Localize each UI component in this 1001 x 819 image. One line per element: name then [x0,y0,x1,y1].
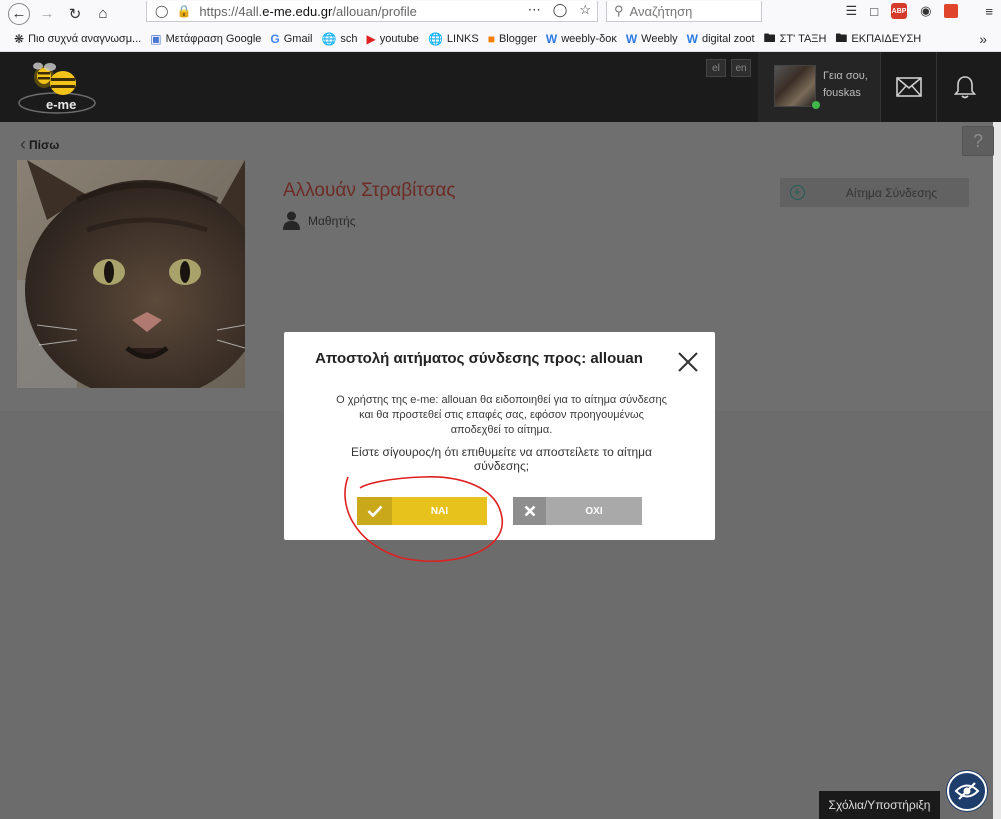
chevron-left-icon: ‹ [20,134,26,154]
notifications-button[interactable] [936,52,992,122]
page-scrollbar[interactable] [993,122,1001,819]
bookmark-weebly[interactable]: W Weebly [626,32,678,46]
globe-icon: 🌐 [427,32,443,46]
accessibility-button[interactable] [947,771,987,811]
close-icon[interactable] [674,348,702,376]
bookmark-st-taxi[interactable]: 🖿 ΣΤ' ΤΑΞΗ [764,29,827,50]
user-menu[interactable]: Γεια σου, fouskas [758,52,880,122]
profile-photo [17,160,245,388]
plus-circle-icon: + [789,185,805,200]
bookmark-weebly-dok[interactable]: Wweebly-δοκ [546,32,617,46]
username-text: fouskas [823,87,861,99]
adblock-icon[interactable]: ABP [891,3,908,19]
folder-icon: 🖿 [763,30,776,45]
extension-red-icon[interactable] [944,4,959,18]
dialog-description: Ο χρήστης της e-me: allouan θα ειδοποιηθ… [336,394,667,436]
shield-icon[interactable]: ◯ [155,4,168,18]
no-button[interactable]: ΟΧΙ [513,497,642,525]
avatar[interactable] [774,65,816,107]
messages-button[interactable] [880,52,936,122]
feedback-support-button[interactable]: Σχόλια/Υποστήριξη [819,791,940,819]
svg-text:e-me: e-me [46,97,76,112]
library-icon[interactable]: ☰ [846,3,858,19]
lock-icon[interactable]: 🔒 [176,4,191,18]
bookmark-gmail[interactable]: G Gmail [270,32,312,46]
url-text[interactable]: https://4all.e-me.edu.gr/allouan/profile [199,4,417,19]
bookmark-google-translate[interactable]: ▣ Μετάφραση Google [150,32,261,46]
star-icon[interactable]: ☆ [579,2,591,18]
url-bar[interactable]: ◯ 🔒 https://4all.e-me.edu.gr/allouan/pro… [146,1,598,22]
google-icon: G [270,32,280,46]
person-icon [283,211,300,230]
yes-button[interactable]: ΝΑΙ [357,497,487,525]
gear-icon: ❋ [14,32,25,46]
bell-icon [953,76,976,99]
forward-arrow-icon[interactable]: → [36,3,58,25]
bookmark-blogger[interactable]: ■ Blogger [488,32,537,46]
folder-icon: 🖿 [835,30,848,45]
bookmark-most-visited[interactable]: ❋ Πιο συχνά αναγνωσμ... [14,32,141,46]
globe-icon: 🌐 [321,32,337,46]
x-mark-icon [524,505,535,517]
lang-en-button[interactable]: en [731,59,751,77]
weebly-icon: W [545,32,558,46]
bookmark-youtube[interactable]: ▶ youtube [367,32,419,46]
pocket-icon[interactable]: ◯ [553,2,568,18]
weebly-icon: W [686,32,698,46]
bookmark-links[interactable]: 🌐 LINKS [428,32,479,46]
bookmarks-bar: ❋ Πιο συχνά αναγνωσμ... ▣ Μετάφραση Google… [0,27,1001,52]
site-header: e-me el en Γεια σου, fouskas [0,52,1001,122]
more-options-icon[interactable]: ⋯ [528,2,541,18]
bookmark-sch[interactable]: 🌐 sch [321,32,357,46]
eye-slash-icon [954,782,980,800]
connection-request-dialog: Αποστολή αιτήματος σύνδεσης προς: alloua… [284,332,715,540]
dialog-title: Αποστολή αιτήματος σύνδεσης προς: alloua… [315,350,643,367]
profile-name: Αλλουάν Στραβίτσας [283,180,456,201]
search-icon: ⚲ [614,3,624,18]
dialog-question: Είστε σίγουρος/η ότι επιθυμείτε να αποστ… [351,445,652,473]
e-me-logo[interactable]: e-me [16,59,98,115]
envelope-icon [895,77,922,97]
cat-photo-image [17,160,245,388]
browser-toolbar: ← → ↻ ⌂ ◯ 🔒 https://4all.e-me.edu.gr/all… [0,0,1001,27]
blogger-icon: ■ [487,32,495,46]
extension-icon[interactable]: ◉ [920,3,931,19]
youtube-icon: ▶ [366,32,376,46]
chevron-double-right-icon[interactable]: » [979,31,987,47]
reload-icon[interactable]: ↻ [64,3,86,25]
translate-icon: ▣ [150,32,162,46]
connection-request-button[interactable]: + Αίτημα Σύνδεσης [780,178,969,207]
search-input[interactable]: ⚲ Αναζήτηση [606,1,762,22]
profile-role: Μαθητής [283,211,355,230]
sidebar-icon[interactable]: □ [870,4,878,19]
greeting-text: Γεια σου, [823,70,868,82]
checkmark-icon [367,505,382,517]
bookmark-ekpaideusi[interactable]: 🖿 ΕΚΠΑΙΔΕΥΣΗ [835,29,921,50]
back-arrow-icon[interactable]: ← [8,2,30,25]
lang-el-button[interactable]: el [706,59,726,77]
home-icon[interactable]: ⌂ [92,3,114,25]
help-button[interactable]: ? [962,126,994,156]
online-status-dot [812,101,820,109]
menu-icon[interactable]: ≡ [985,4,993,19]
weebly-icon: W [625,32,638,46]
back-link[interactable]: ‹ Πίσω [20,134,59,155]
bookmark-digital-zoot[interactable]: Wdigital zoot [687,32,755,46]
